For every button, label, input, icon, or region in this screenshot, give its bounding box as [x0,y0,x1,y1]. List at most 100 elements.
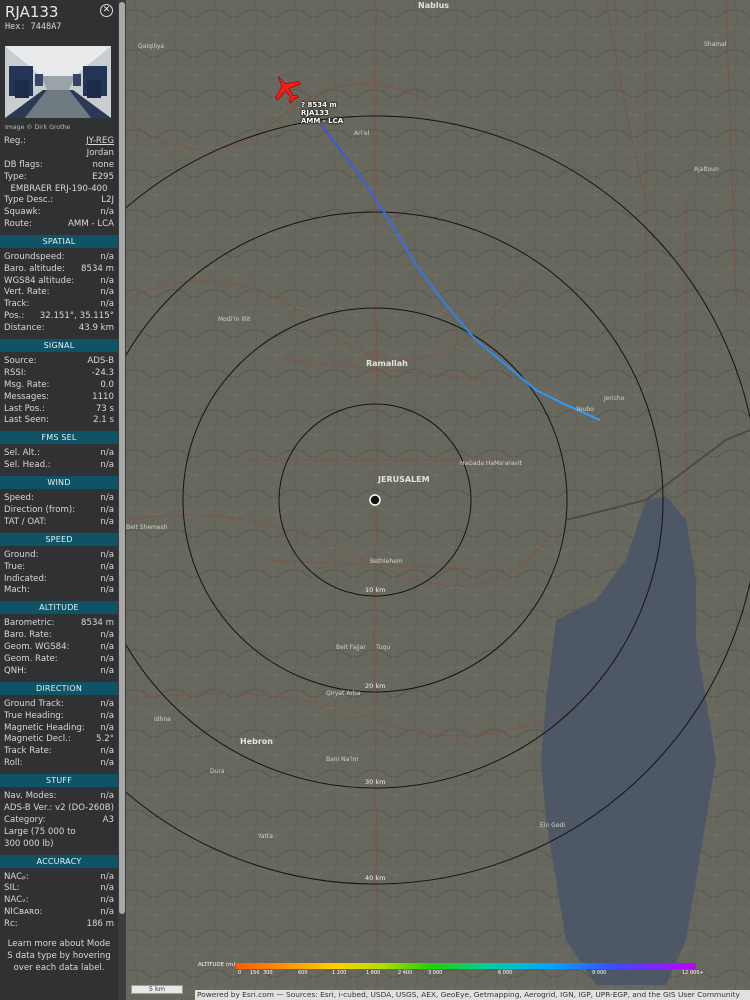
row-label[interactable]: Squawk: [4,207,41,219]
row-label[interactable]: Pos.: [4,311,24,323]
row-value: n/a [100,493,114,504]
map-view[interactable]: Nablus Qalqiliya Ramallah JERUSALEM Beth… [126,0,750,1000]
row-label[interactable]: NACᵥ: [4,895,29,907]
registration-link[interactable]: JY-REG [86,136,114,148]
row-label[interactable]: Reg.: [4,136,26,148]
row-label[interactable]: Indicated: [4,574,47,586]
row-label[interactable]: QNH: [4,666,27,678]
row-label[interactable]: Magnetic Decl.: [4,734,71,746]
row-label[interactable]: NICʙᴀʀᴏ: [4,907,42,919]
row-label[interactable]: RSSI: [4,368,26,380]
place-label: Qalqiliya [138,43,165,50]
info-row: Large (75 000 to [0,827,118,839]
altitude-legend-tick: 1 800 [366,970,381,976]
info-row: Groundspeed: n/a [0,252,118,264]
scale-bar: 5 km [131,985,183,994]
row-label[interactable]: Track: [4,299,29,311]
row-label[interactable]: Sel. Head.: [4,460,51,472]
altitude-legend-tick: 2 400 [398,970,413,976]
row-label[interactable]: DB flags: [4,160,43,172]
altitude-legend-bar [236,963,696,969]
row-label[interactable]: Last Seen: [4,415,49,427]
row-label[interactable]: Baro. Rate: [4,630,52,642]
row-label[interactable]: NACₚ: [4,872,29,884]
altitude-legend-tick: 9 000 [592,970,607,976]
row-label[interactable]: Nav. Modes: [4,791,56,803]
row-label[interactable]: Messages: [4,392,49,404]
row-label[interactable]: Type: [4,172,27,184]
row-value: n/a [100,448,114,459]
row-label[interactable]: ADS-B Ver.: [4,803,52,815]
row-label[interactable]: Track Rate: [4,746,52,758]
info-row: Track: n/a [0,299,118,311]
row-label[interactable]: True: [4,562,25,574]
row-label[interactable]: Type Desc.: [4,195,53,207]
row-label[interactable]: Magnetic Heading: [4,723,85,735]
place-label: Yatta [258,833,273,840]
row-label[interactable]: True Heading: [4,711,64,723]
map-attribution[interactable]: Powered by Esri.com — Sources: Esri, i-c… [195,990,750,1000]
info-row: Sel. Head.: n/a [0,460,118,472]
scrollbar-thumb[interactable] [119,2,125,914]
row-label[interactable]: WGS84 altitude: [4,276,74,288]
row-label[interactable]: Ground Track: [4,699,64,711]
row-label[interactable]: 300 000 lb) [4,839,53,851]
row-value: n/a [100,287,114,298]
info-row: Indicated: n/a [0,574,118,586]
row-label[interactable]: Mach: [4,585,30,597]
section-header-altitude: ALTITUDE [0,601,118,615]
row-value: n/a [100,549,114,560]
place-label: Dura [210,768,225,775]
info-row: WGS84 altitude: n/a [0,276,118,288]
row-value: n/a [100,642,114,653]
row-label[interactable]: Route: [4,219,32,231]
row-value: 32.151°, 35.115° [39,311,114,322]
info-row: NACᵥ: n/a [0,895,118,907]
row-value: 2.1 s [93,415,114,426]
row-value: n/a [100,573,114,584]
section-header-spatial: SPATIAL [0,234,118,248]
aircraft-photo[interactable] [5,46,111,118]
altitude-legend-tick: 0 [238,970,242,976]
row-value: AMM - LCA [68,218,114,229]
info-row: Baro. Rate: n/a [0,630,118,642]
row-label[interactable]: Barometric: [4,618,54,630]
info-row: Source: ADS-B [0,356,118,368]
aircraft-map-label[interactable]: ? 8534 m RJA133 AMM - LCA [301,101,343,125]
info-row: True: n/a [0,562,118,574]
data-sections: SPATIAL Groundspeed: n/a Baro. altitude: 853… [0,234,118,931]
row-label[interactable]: TAT / OAT: [4,517,46,529]
info-row: Rᴄ: 186 m [0,919,118,931]
row-label[interactable]: Msg. Rate: [4,380,49,392]
info-row: Roll: n/a [0,758,118,770]
place-label: Ramallah [366,359,408,368]
row-label[interactable]: Category: [4,815,46,827]
place-label: Qiryat Arba [326,690,361,697]
row-label[interactable]: Geom. WGS84: [4,642,69,654]
row-label[interactable]: Large (75 000 to [4,827,76,839]
row-label[interactable]: Distance: [4,323,44,335]
row-label[interactable]: SIL: [4,883,20,895]
close-icon[interactable]: ✕ [100,4,113,17]
sidebar-scrollbar[interactable] [118,0,126,1000]
info-row: SIL: n/a [0,883,118,895]
row-value: n/a [100,907,114,918]
row-label[interactable]: Rᴄ: [4,919,18,931]
row-label[interactable]: Roll: [4,758,23,770]
row-label[interactable]: Last Pos.: [4,404,45,416]
row-label[interactable]: Baro. altitude: [4,264,65,276]
row-label[interactable]: Ground: [4,550,39,562]
map-canvas[interactable] [126,0,750,1000]
row-label[interactable]: Vert. Rate: [4,287,49,299]
row-value: -24.3 [91,367,114,378]
row-label[interactable]: Geom. Rate: [4,654,58,666]
row-value: n/a [100,516,114,527]
row-label[interactable]: Groundspeed: [4,252,64,264]
info-row: Ground: n/a [0,550,118,562]
row-label[interactable]: Sel. Alt.: [4,448,40,460]
row-label[interactable]: Speed: [4,493,34,505]
row-label[interactable]: Source: [4,356,36,368]
info-row: Jordan [0,148,118,160]
row-label[interactable]: Direction (from): [4,505,75,517]
info-row: Sel. Alt.: n/a [0,448,118,460]
